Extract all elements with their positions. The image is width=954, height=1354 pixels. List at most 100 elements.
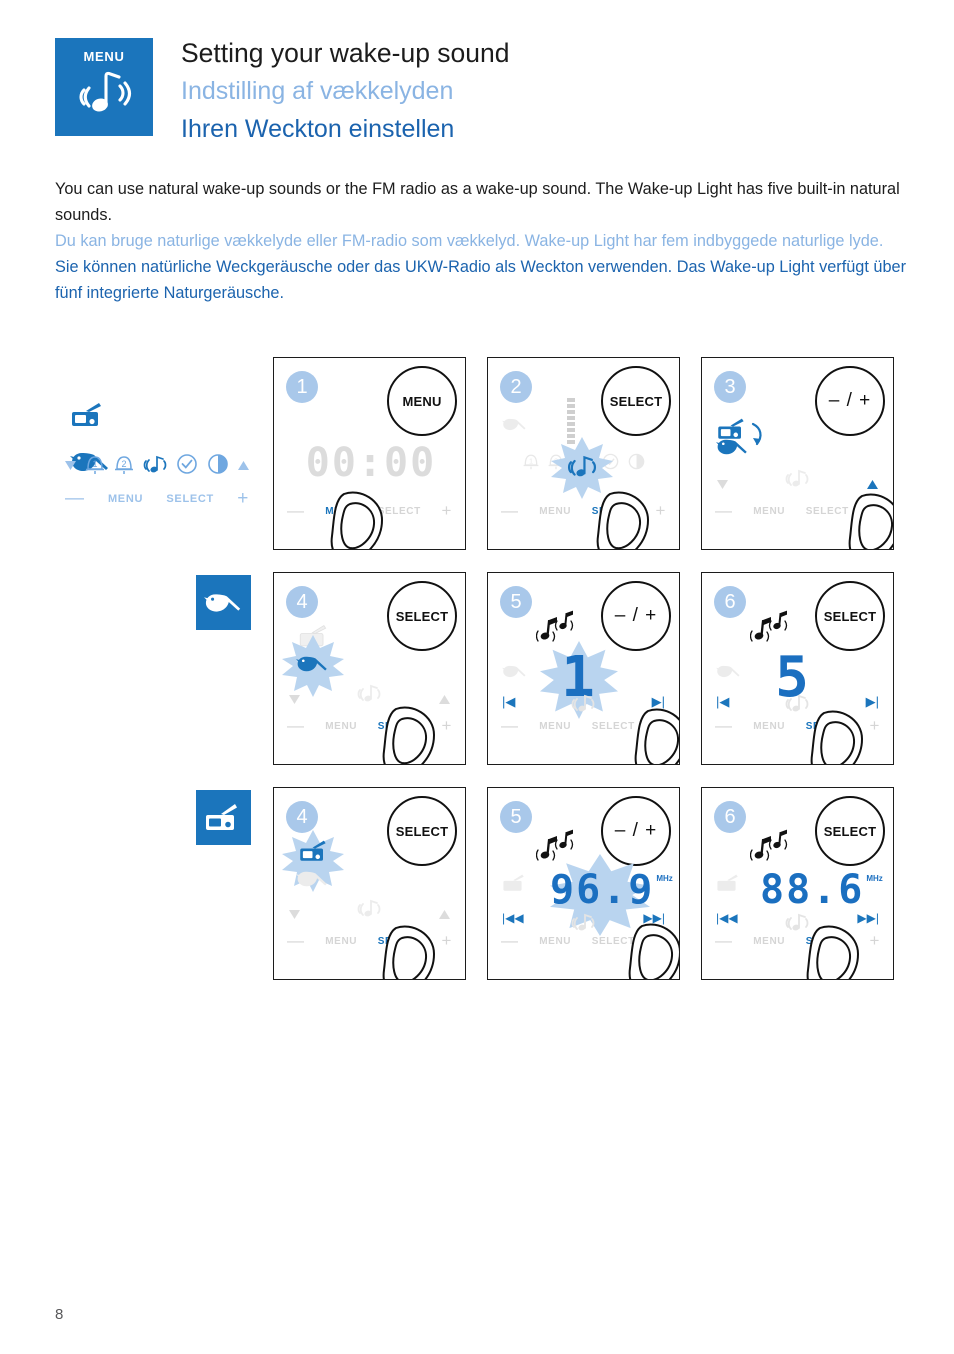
menu-label[interactable]: MENU <box>325 936 357 947</box>
plus-minus-button[interactable]: – / + <box>601 796 671 866</box>
music-notes-icon <box>536 610 574 642</box>
select-button[interactable]: SELECT <box>387 581 457 651</box>
clock-icon <box>602 453 618 469</box>
finger-pointer-icon <box>628 923 679 979</box>
legend-plus: + <box>237 488 249 509</box>
intro-paragraph-en: You can use natural wake-up sounds or th… <box>55 180 900 224</box>
intro-paragraph-da: Du kan bruge naturlige vækkelyde eller F… <box>55 232 884 250</box>
finger-pointer-icon <box>848 493 893 549</box>
radio-icon <box>503 874 524 891</box>
step-panel-5-sound-number[interactable]: 5 – / + 1 |◀ ▶| — MENU SELECT <box>487 572 680 765</box>
menu-label[interactable]: MENU <box>753 721 785 732</box>
menu-label[interactable]: MENU <box>539 721 571 732</box>
finger-pointer-icon <box>806 925 860 979</box>
brightness-icon <box>206 452 230 481</box>
select-label[interactable]: SELECT <box>592 721 635 732</box>
clock-icon <box>175 452 199 481</box>
finger-pointer-icon <box>634 708 679 764</box>
step-number-badge: 4 <box>286 801 318 833</box>
minus-button[interactable]: — <box>501 716 519 736</box>
select-label[interactable]: SELECT <box>806 506 849 517</box>
bird-icon <box>296 656 327 672</box>
music-notes-icon <box>536 829 574 861</box>
brightness-icon <box>628 453 644 469</box>
step-number-badge: 4 <box>286 586 318 618</box>
clock-display: 00:00 <box>305 440 437 486</box>
minus-button[interactable]: — <box>501 501 519 521</box>
minus-button[interactable]: — <box>715 716 733 736</box>
finger-pointer-icon <box>810 710 864 764</box>
header-titles: Setting your wake-up sound Indstilling a… <box>181 34 510 148</box>
select-button[interactable]: SELECT <box>387 796 457 866</box>
radio-icon <box>717 874 738 891</box>
plus-minus-button[interactable]: – / + <box>601 581 671 651</box>
tune-down-icon[interactable]: |◀◀ <box>502 911 524 925</box>
minus-button[interactable]: — <box>287 501 305 521</box>
menu-label[interactable]: MENU <box>753 506 785 517</box>
page-header: MENU Setting your wake-up sound Indstill… <box>55 38 915 153</box>
frequency-unit-label: MHz <box>866 874 883 883</box>
step-panel-4-bird[interactable]: 4 SELECT — MENU + <box>273 572 466 765</box>
alarm-2-icon: 2 <box>113 452 135 481</box>
previous-track-icon[interactable]: |◀ <box>716 694 729 710</box>
plus-button[interactable]: + <box>441 501 452 521</box>
step-panel-6-sound-confirmed[interactable]: 6 SELECT 5 |◀ ▶| — MENU + <box>701 572 894 765</box>
minus-button[interactable]: — <box>715 931 733 951</box>
select-button[interactable]: SELECT <box>815 796 885 866</box>
menu-label[interactable]: MENU <box>753 936 785 947</box>
wake-up-sound-icon <box>567 455 597 477</box>
step-number-badge: 2 <box>500 371 532 403</box>
step-number-badge: 5 <box>500 586 532 618</box>
down-arrow-indicator <box>716 479 729 493</box>
menu-label[interactable]: MENU <box>539 936 571 947</box>
step-number-badge: 1 <box>286 371 318 403</box>
page-number: 8 <box>55 1306 64 1323</box>
step-panel-3[interactable]: 3 – / + — MENU SELECT <box>701 357 894 550</box>
select-button[interactable]: SELECT <box>601 366 671 436</box>
down-arrow-indicator <box>288 694 301 708</box>
legend-control-row: — MENU SELECT + <box>62 488 252 510</box>
step-number-badge: 6 <box>714 586 746 618</box>
svg-text:2: 2 <box>121 459 126 469</box>
bird-icon <box>502 665 526 678</box>
svg-text:2: 2 <box>553 456 557 465</box>
step-panel-4-radio[interactable]: 4 SELECT — MENU + <box>273 787 466 980</box>
finger-pointer-icon <box>382 706 436 764</box>
step-panel-6-radio-confirmed[interactable]: 6 SELECT 88.6 MHz |◀◀ ▶▶| — MENU + <box>701 787 894 980</box>
menu-button[interactable]: MENU <box>387 366 457 436</box>
svg-text:1: 1 <box>92 459 97 469</box>
music-notes-icon <box>750 829 788 861</box>
step-number-badge: 3 <box>714 371 746 403</box>
step-panel-2[interactable]: 2 SELECT 1 2 — MENU + <box>487 357 680 550</box>
minus-button[interactable]: — <box>501 931 519 951</box>
minus-button[interactable]: — <box>287 931 305 951</box>
header-badge-label: MENU <box>83 49 125 64</box>
tune-down-icon[interactable]: |◀◀ <box>716 911 738 925</box>
wake-up-sound-icon <box>142 452 168 481</box>
select-button[interactable]: SELECT <box>815 581 885 651</box>
finger-pointer-icon <box>382 925 436 979</box>
frequency-unit-label: MHz <box>656 874 673 883</box>
plus-button[interactable]: + <box>869 931 880 951</box>
page-title-da: Indstilling af vækkelyden <box>181 77 454 105</box>
bird-icon <box>502 418 526 431</box>
alarm-1-icon: 1 <box>84 452 106 481</box>
previous-track-icon[interactable]: |◀ <box>502 694 515 710</box>
plus-minus-button[interactable]: – / + <box>815 366 885 436</box>
music-notes-icon <box>750 610 788 642</box>
display-legend: 1 2 — MENU SELECT + <box>62 400 252 515</box>
intro-text-block: You can use natural wake-up sounds or th… <box>55 176 910 306</box>
minus-button[interactable]: — <box>715 501 733 521</box>
page-title-en: Setting your wake-up sound <box>181 38 510 68</box>
step-number-badge: 5 <box>500 801 532 833</box>
menu-label[interactable]: MENU <box>325 721 357 732</box>
radio-icon <box>72 403 101 426</box>
step-panel-5-radio-frequency[interactable]: 5 – / + 96.9 MHz |◀◀ ▶▶| — MENU SELECT <box>487 787 680 980</box>
minus-button[interactable]: — <box>287 716 305 736</box>
menu-label[interactable]: MENU <box>539 506 571 517</box>
header-menu-badge: MENU <box>55 38 153 136</box>
row-badge-bird <box>196 575 251 630</box>
legend-menu-label: MENU <box>107 493 144 505</box>
bird-icon <box>716 439 747 455</box>
step-panel-1[interactable]: 1 MENU 00:00 — MENU SELECT + <box>273 357 466 550</box>
